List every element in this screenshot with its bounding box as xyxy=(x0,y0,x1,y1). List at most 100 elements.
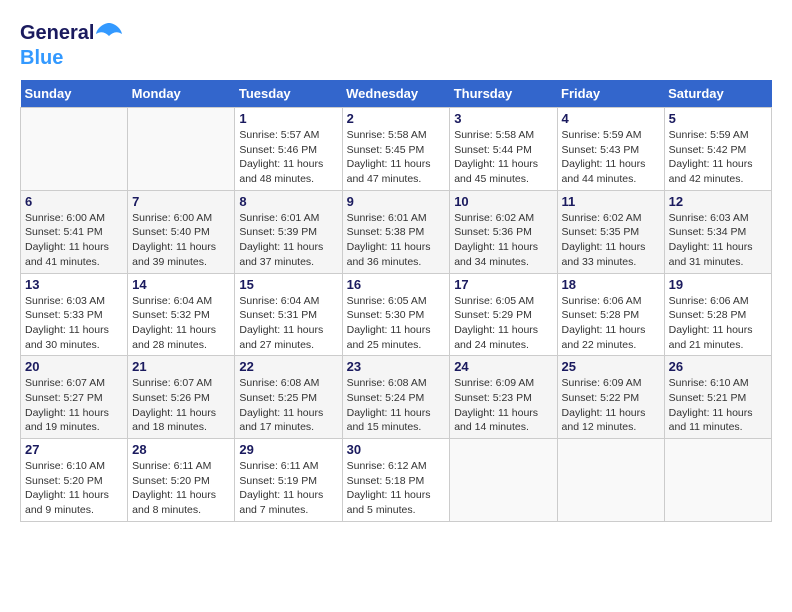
day-number: 27 xyxy=(25,442,123,457)
day-number: 28 xyxy=(132,442,230,457)
day-number: 5 xyxy=(669,111,767,126)
day-detail: Sunrise: 6:01 AM Sunset: 5:38 PM Dayligh… xyxy=(347,211,446,270)
day-detail: Sunrise: 6:08 AM Sunset: 5:24 PM Dayligh… xyxy=(347,376,446,435)
day-number: 19 xyxy=(669,277,767,292)
day-number: 7 xyxy=(132,194,230,209)
calendar-cell: 17Sunrise: 6:05 AM Sunset: 5:29 PM Dayli… xyxy=(450,273,557,356)
calendar-cell: 11 Sunrise: 6:02 AM Sunset: 5:35 PM Dayli… xyxy=(557,190,664,273)
day-detail: Sunrise: 6:10 AM Sunset: 5:20 PM Dayligh… xyxy=(25,459,123,518)
day-header-thursday: Thursday xyxy=(450,80,557,108)
calendar-cell: 23 Sunrise: 6:08 AM Sunset: 5:24 PM Dayli… xyxy=(342,356,450,439)
day-number: 9 xyxy=(347,194,446,209)
day-number: 23 xyxy=(347,359,446,374)
day-number: 2 xyxy=(347,111,446,126)
day-number: 15 xyxy=(239,277,337,292)
day-number: 21 xyxy=(132,359,230,374)
day-number: 6 xyxy=(25,194,123,209)
day-detail: Sunrise: 6:09 AM Sunset: 5:22 PM Dayligh… xyxy=(562,376,660,435)
day-header-tuesday: Tuesday xyxy=(235,80,342,108)
calendar-cell: 26Sunrise: 6:10 AM Sunset: 5:21 PM Dayli… xyxy=(664,356,771,439)
day-detail: Sunrise: 6:00 AM Sunset: 5:40 PM Dayligh… xyxy=(132,211,230,270)
day-detail: Sunrise: 6:01 AM Sunset: 5:39 PM Dayligh… xyxy=(239,211,337,270)
calendar-week-3: 13 Sunrise: 6:03 AM Sunset: 5:33 PM Dayli… xyxy=(21,273,772,356)
day-detail: Sunrise: 5:58 AM Sunset: 5:45 PM Dayligh… xyxy=(347,128,446,187)
day-number: 16 xyxy=(347,277,446,292)
day-number: 29 xyxy=(239,442,337,457)
day-detail: Sunrise: 6:03 AM Sunset: 5:34 PM Dayligh… xyxy=(669,211,767,270)
calendar-cell xyxy=(128,108,235,191)
calendar-cell: 19Sunrise: 6:06 AM Sunset: 5:28 PM Dayli… xyxy=(664,273,771,356)
logo: General Blue xyxy=(20,20,124,70)
calendar-cell: 16 Sunrise: 6:05 AM Sunset: 5:30 PM Dayli… xyxy=(342,273,450,356)
day-number: 11 xyxy=(562,194,660,209)
day-detail: Sunrise: 6:02 AM Sunset: 5:35 PM Dayligh… xyxy=(562,211,660,270)
calendar-week-5: 27 Sunrise: 6:10 AM Sunset: 5:20 PM Dayli… xyxy=(21,439,772,522)
day-detail: Sunrise: 5:57 AM Sunset: 5:46 PM Dayligh… xyxy=(239,128,337,187)
calendar-cell: 5 Sunrise: 5:59 AM Sunset: 5:42 PM Daylig… xyxy=(664,108,771,191)
day-number: 18 xyxy=(562,277,660,292)
calendar-cell: 27 Sunrise: 6:10 AM Sunset: 5:20 PM Dayli… xyxy=(21,439,128,522)
day-number: 14 xyxy=(132,277,230,292)
calendar-cell: 2 Sunrise: 5:58 AM Sunset: 5:45 PM Daylig… xyxy=(342,108,450,191)
calendar-week-1: 1 Sunrise: 5:57 AM Sunset: 5:46 PM Daylig… xyxy=(21,108,772,191)
day-number: 1 xyxy=(239,111,337,126)
calendar-cell: 7 Sunrise: 6:00 AM Sunset: 5:40 PM Daylig… xyxy=(128,190,235,273)
day-detail: Sunrise: 6:11 AM Sunset: 5:20 PM Dayligh… xyxy=(132,459,230,518)
calendar-cell: 25Sunrise: 6:09 AM Sunset: 5:22 PM Dayli… xyxy=(557,356,664,439)
day-detail: Sunrise: 6:07 AM Sunset: 5:26 PM Dayligh… xyxy=(132,376,230,435)
day-detail: Sunrise: 6:06 AM Sunset: 5:28 PM Dayligh… xyxy=(562,294,660,353)
calendar-cell: 30Sunrise: 6:12 AM Sunset: 5:18 PM Dayli… xyxy=(342,439,450,522)
day-number: 24 xyxy=(454,359,552,374)
day-number: 13 xyxy=(25,277,123,292)
calendar-cell: 4Sunrise: 5:59 AM Sunset: 5:43 PM Daylig… xyxy=(557,108,664,191)
logo-bird-icon xyxy=(94,20,124,47)
day-detail: Sunrise: 6:03 AM Sunset: 5:33 PM Dayligh… xyxy=(25,294,123,353)
day-number: 20 xyxy=(25,359,123,374)
calendar-cell: 8 Sunrise: 6:01 AM Sunset: 5:39 PM Daylig… xyxy=(235,190,342,273)
day-header-saturday: Saturday xyxy=(664,80,771,108)
day-detail: Sunrise: 6:05 AM Sunset: 5:30 PM Dayligh… xyxy=(347,294,446,353)
day-detail: Sunrise: 6:09 AM Sunset: 5:23 PM Dayligh… xyxy=(454,376,552,435)
calendar-cell: 13 Sunrise: 6:03 AM Sunset: 5:33 PM Dayli… xyxy=(21,273,128,356)
calendar-cell: 9 Sunrise: 6:01 AM Sunset: 5:38 PM Daylig… xyxy=(342,190,450,273)
day-detail: Sunrise: 6:04 AM Sunset: 5:32 PM Dayligh… xyxy=(132,294,230,353)
calendar-cell: 29Sunrise: 6:11 AM Sunset: 5:19 PM Dayli… xyxy=(235,439,342,522)
day-number: 22 xyxy=(239,359,337,374)
day-detail: Sunrise: 6:07 AM Sunset: 5:27 PM Dayligh… xyxy=(25,376,123,435)
calendar-table: SundayMondayTuesdayWednesdayThursdayFrid… xyxy=(20,80,772,522)
calendar-cell: 3 Sunrise: 5:58 AM Sunset: 5:44 PM Daylig… xyxy=(450,108,557,191)
calendar-cell xyxy=(557,439,664,522)
day-number: 8 xyxy=(239,194,337,209)
day-header-monday: Monday xyxy=(128,80,235,108)
day-number: 10 xyxy=(454,194,552,209)
day-number: 17 xyxy=(454,277,552,292)
calendar-cell xyxy=(664,439,771,522)
day-number: 26 xyxy=(669,359,767,374)
calendar-cell: 12 Sunrise: 6:03 AM Sunset: 5:34 PM Dayli… xyxy=(664,190,771,273)
day-detail: Sunrise: 6:00 AM Sunset: 5:41 PM Dayligh… xyxy=(25,211,123,270)
day-number: 12 xyxy=(669,194,767,209)
day-detail: Sunrise: 6:04 AM Sunset: 5:31 PM Dayligh… xyxy=(239,294,337,353)
calendar-cell: 6 Sunrise: 6:00 AM Sunset: 5:41 PM Daylig… xyxy=(21,190,128,273)
calendar-cell: 20 Sunrise: 6:07 AM Sunset: 5:27 PM Dayli… xyxy=(21,356,128,439)
calendar-cell xyxy=(21,108,128,191)
logo-general-text: General xyxy=(20,22,94,45)
calendar-cell: 22 Sunrise: 6:08 AM Sunset: 5:25 PM Dayli… xyxy=(235,356,342,439)
calendar-cell: 14 Sunrise: 6:04 AM Sunset: 5:32 PM Dayli… xyxy=(128,273,235,356)
calendar-cell: 18 Sunrise: 6:06 AM Sunset: 5:28 PM Dayli… xyxy=(557,273,664,356)
calendar-header-row: SundayMondayTuesdayWednesdayThursdayFrid… xyxy=(21,80,772,108)
calendar-cell: 10 Sunrise: 6:02 AM Sunset: 5:36 PM Dayli… xyxy=(450,190,557,273)
day-header-friday: Friday xyxy=(557,80,664,108)
day-detail: Sunrise: 6:08 AM Sunset: 5:25 PM Dayligh… xyxy=(239,376,337,435)
day-header-wednesday: Wednesday xyxy=(342,80,450,108)
day-number: 3 xyxy=(454,111,552,126)
calendar-cell xyxy=(450,439,557,522)
day-detail: Sunrise: 5:59 AM Sunset: 5:42 PM Dayligh… xyxy=(669,128,767,187)
day-detail: Sunrise: 5:58 AM Sunset: 5:44 PM Dayligh… xyxy=(454,128,552,187)
day-header-sunday: Sunday xyxy=(21,80,128,108)
day-detail: Sunrise: 6:12 AM Sunset: 5:18 PM Dayligh… xyxy=(347,459,446,518)
day-number: 4 xyxy=(562,111,660,126)
day-detail: Sunrise: 6:02 AM Sunset: 5:36 PM Dayligh… xyxy=(454,211,552,270)
calendar-cell: 24 Sunrise: 6:09 AM Sunset: 5:23 PM Dayli… xyxy=(450,356,557,439)
calendar-cell: 21 Sunrise: 6:07 AM Sunset: 5:26 PM Dayli… xyxy=(128,356,235,439)
